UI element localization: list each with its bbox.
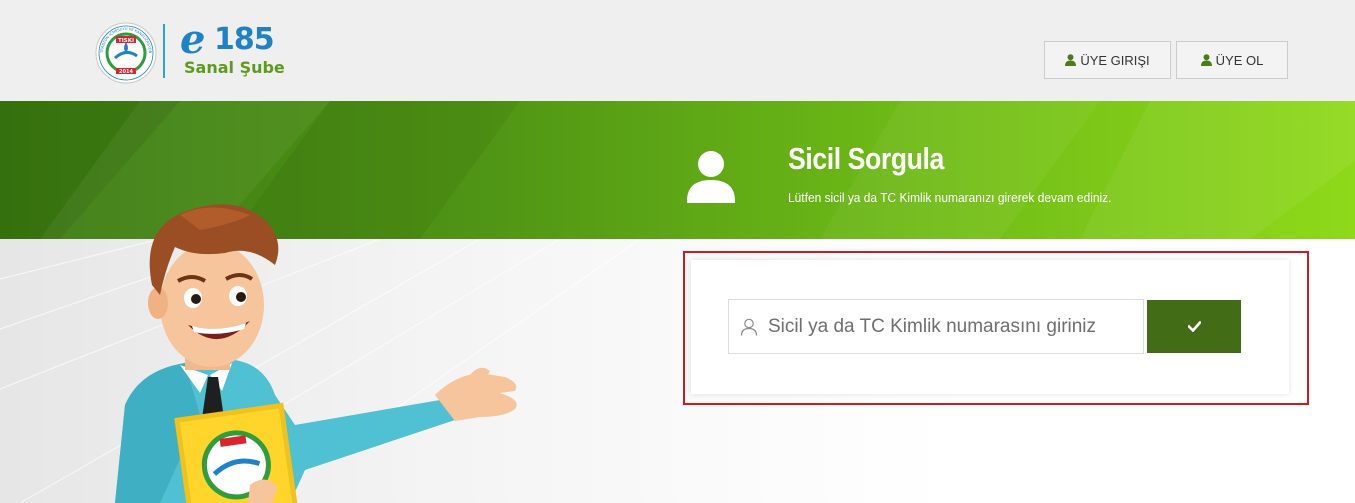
member-register-label: ÜYE OL: [1215, 52, 1264, 68]
e185-logo[interactable]: e 185 Sanal Şube: [180, 16, 290, 80]
seal-abbr: TISKI: [118, 38, 134, 44]
brand-prefix: e: [180, 16, 206, 63]
member-register-button[interactable]: ÜYE OL: [1176, 41, 1288, 79]
mascot-illustration: [115, 204, 517, 503]
header: TISKI 2014 TRABZON İÇMESUYU VE KANALİZAS…: [0, 0, 1355, 101]
tiski-seal-logo[interactable]: TISKI 2014 TRABZON İÇMESUYU VE KANALİZAS…: [95, 22, 157, 84]
user-icon: [1200, 54, 1212, 66]
user-icon: [686, 151, 736, 203]
page-subtitle: Lütfen sicil ya da TC Kimlik numaranızı …: [788, 190, 1112, 205]
highlight-annotation: [683, 251, 1309, 405]
member-login-button[interactable]: ÜYE GIRIŞI: [1044, 41, 1171, 79]
brand-number: 185: [214, 22, 275, 57]
page-title: Sicil Sorgula: [788, 141, 944, 176]
user-icon: [1065, 54, 1077, 66]
brand-subtitle: Sanal Şube: [184, 58, 285, 77]
member-login-label: ÜYE GIRIŞI: [1080, 52, 1150, 68]
brand-divider: [163, 24, 165, 78]
seal-year: 2014: [119, 69, 133, 75]
